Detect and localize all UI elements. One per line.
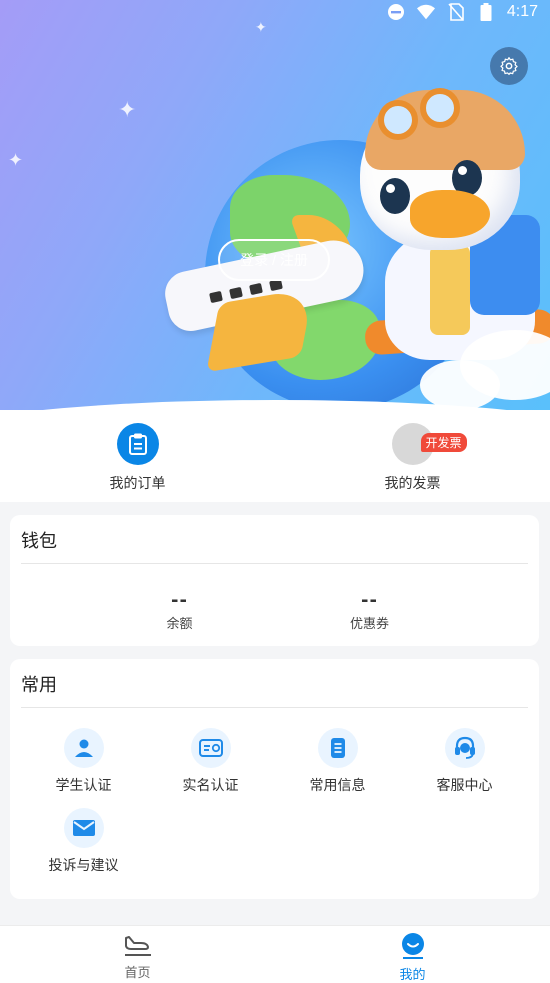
balance-value: --	[171, 590, 188, 611]
student-verification-label: 学生认证	[55, 778, 112, 794]
sparkle-icon: ✦	[118, 98, 137, 123]
id-card-icon	[190, 728, 231, 768]
common-info-button[interactable]: 常用信息	[274, 728, 401, 808]
tab-mine[interactable]: 我的	[275, 926, 550, 983]
invoice-badge: 开发票	[420, 433, 467, 452]
headset-icon	[444, 728, 485, 768]
wallet-title: 钱包	[21, 531, 57, 552]
battery-icon	[477, 3, 495, 21]
wallet-card: 钱包 -- 余额 -- 优惠券	[10, 515, 539, 646]
tab-mine-label: 我的	[399, 968, 426, 983]
balance-label: 余额	[166, 617, 193, 632]
feedback-button[interactable]: 投诉与建议	[20, 808, 147, 888]
tab-home[interactable]: 首页	[0, 926, 275, 983]
real-name-verification-button[interactable]: 实名认证	[147, 728, 274, 808]
tab-home-label: 首页	[124, 966, 151, 981]
my-invoices-label: 我的发票	[384, 476, 441, 492]
sparkle-icon: ✦	[8, 150, 24, 171]
wifi-icon	[416, 3, 435, 21]
login-register-button[interactable]: 登录 / 注册	[218, 239, 330, 281]
settings-button[interactable]	[490, 47, 528, 85]
my-invoices-button[interactable]: 开发票 我的发票	[275, 410, 550, 502]
real-name-verification-label: 实名认证	[182, 778, 239, 794]
my-orders-button[interactable]: 我的订单	[0, 410, 275, 502]
customer-service-button[interactable]: 客服中心	[401, 728, 528, 808]
common-card: 常用 学生认证 实名认证 常用信息 客服中心 投诉与建议	[10, 659, 539, 899]
status-time: 4:17	[506, 3, 538, 20]
no-sim-icon	[447, 3, 465, 21]
coupon-value: --	[361, 590, 378, 611]
balance-item[interactable]: -- 余额	[85, 590, 275, 632]
airplane-landing-icon	[124, 936, 151, 956]
my-orders-label: 我的订单	[109, 476, 166, 492]
coupon-label: 优惠券	[349, 617, 389, 632]
profile-hero-banner: ✦ ✦ ✦ ✦	[0, 0, 550, 420]
student-verification-button[interactable]: 学生认证	[20, 728, 147, 808]
dnd-icon	[387, 3, 405, 21]
invoice-icon: 开发票	[391, 423, 467, 465]
feedback-label: 投诉与建议	[48, 858, 119, 874]
common-info-label: 常用信息	[309, 778, 366, 794]
coupon-item[interactable]: -- 优惠券	[275, 590, 465, 632]
document-icon	[317, 728, 358, 768]
student-icon	[63, 728, 104, 768]
gear-icon	[500, 57, 518, 75]
quick-actions: 我的订单 开发票 我的发票	[0, 410, 550, 502]
clipboard-icon	[116, 423, 159, 465]
profile-smile-icon	[401, 933, 424, 959]
common-title: 常用	[21, 675, 57, 696]
customer-service-label: 客服中心	[436, 778, 493, 794]
bottom-tab-bar: 首页 我的	[0, 925, 550, 983]
mail-icon	[63, 808, 104, 848]
status-bar: 4:17	[0, 0, 550, 24]
